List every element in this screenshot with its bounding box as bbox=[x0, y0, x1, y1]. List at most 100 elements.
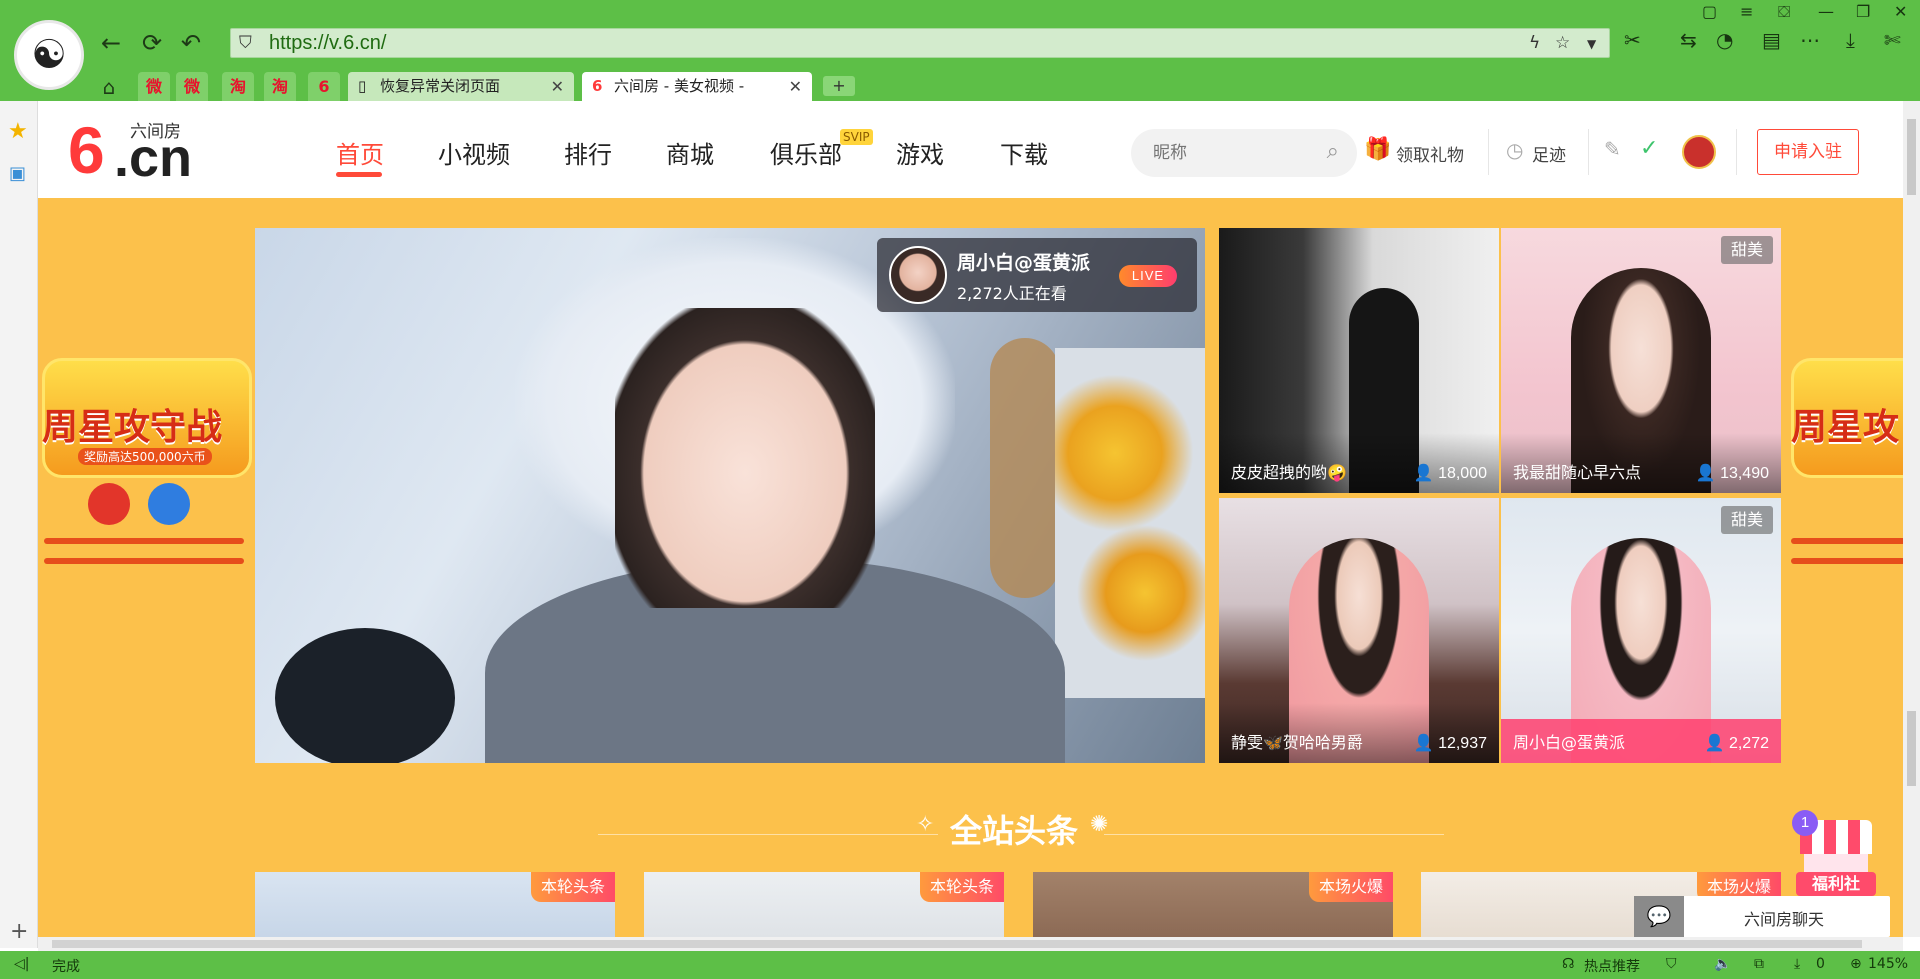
title-line bbox=[1104, 834, 1444, 835]
tab-taobao-2[interactable]: 淘 bbox=[264, 72, 296, 101]
menu-icon[interactable]: ≡ bbox=[1740, 2, 1753, 21]
welfare-badge: 1 bbox=[1792, 810, 1818, 836]
promo-banner-right[interactable]: 周星攻 bbox=[1783, 288, 1903, 628]
tab-weibo-1[interactable]: 微 bbox=[138, 72, 170, 101]
close-window-icon[interactable]: ✕ bbox=[1894, 2, 1907, 21]
sync-icon[interactable]: ◔ bbox=[1716, 28, 1733, 52]
room-card[interactable]: 甜美 周小白@蛋黄派 👤 2,272 bbox=[1501, 498, 1781, 763]
hot-recommend-icon[interactable]: ☊ bbox=[1562, 956, 1574, 972]
tab-restore-label: 恢复异常关闭页面 bbox=[380, 77, 501, 95]
nav-rank[interactable]: 排行 bbox=[564, 135, 612, 170]
screenshot-icon[interactable]: ⧉ bbox=[1754, 956, 1764, 972]
gift-link[interactable]: 领取礼物 bbox=[1396, 141, 1464, 166]
room-tag: 甜美 bbox=[1720, 506, 1773, 534]
logo-text: 六间房 bbox=[130, 122, 181, 142]
calculator-icon[interactable]: ▤ bbox=[1762, 28, 1781, 52]
check-icon[interactable]: ✓ bbox=[1640, 136, 1658, 161]
room-count: 👤 18,000 bbox=[1413, 465, 1487, 482]
close-tab-icon[interactable]: ✕ bbox=[789, 72, 802, 101]
footprint-link[interactable]: 足迹 bbox=[1532, 141, 1566, 166]
address-bar[interactable]: ⛉ https://v.6.cn/ ϟ ☆ ▼ bbox=[230, 28, 1610, 58]
skin-icon[interactable]: ⛋ bbox=[1778, 2, 1790, 22]
undo-icon[interactable]: ↶ bbox=[176, 28, 206, 58]
new-tab-button[interactable]: + bbox=[823, 76, 855, 96]
main-stage: 周星攻守战 奖励高达500,000六币 周星攻 周小白@蛋黄派 2,272人正在… bbox=[38, 198, 1903, 937]
nav-short-video[interactable]: 小视频 bbox=[438, 135, 510, 170]
room-count-value: 18,000 bbox=[1438, 465, 1487, 482]
close-tab-icon[interactable]: ✕ bbox=[551, 72, 564, 101]
vertical-scrollbar[interactable] bbox=[1903, 101, 1920, 937]
nav-games[interactable]: 游戏 bbox=[896, 135, 944, 170]
search-box: ⌕ bbox=[1131, 129, 1357, 177]
welfare-shop-float[interactable]: 福利社 1 bbox=[1792, 810, 1876, 900]
zoom-level[interactable]: 145% bbox=[1868, 956, 1908, 972]
horizontal-scrollbar[interactable] bbox=[38, 937, 1903, 951]
site-logo[interactable]: 6 .cn 六间房 bbox=[68, 117, 208, 188]
reading-icon[interactable]: ▣ bbox=[9, 163, 26, 184]
promo-banner-left[interactable]: 周星攻守战 奖励高达500,000六币 bbox=[38, 288, 252, 628]
nav-mall[interactable]: 商城 bbox=[666, 135, 714, 170]
nav-home[interactable]: 首页 bbox=[336, 135, 384, 170]
download-status-icon[interactable]: ⤓ bbox=[1794, 956, 1800, 972]
scroll-thumb[interactable] bbox=[52, 940, 1862, 948]
address-url[interactable]: https://v.6.cn/ bbox=[269, 32, 386, 55]
boxing-glove-red bbox=[88, 483, 130, 525]
room-card[interactable]: 甜美 我最甜随心早六点 👤 13,490 bbox=[1501, 228, 1781, 493]
edit-icon[interactable]: ✎ bbox=[1604, 137, 1621, 161]
security-icon[interactable]: ⛉ bbox=[1666, 956, 1677, 972]
more-icon[interactable]: ⋯ bbox=[1800, 28, 1820, 52]
search-icon[interactable]: ⌕ bbox=[1327, 139, 1339, 164]
sidebar-toggle-icon[interactable]: ▢ bbox=[1702, 2, 1717, 21]
zoom-icon[interactable]: ⊕ bbox=[1850, 956, 1862, 972]
apply-button[interactable]: 申请入驻 bbox=[1757, 129, 1859, 175]
scissors-icon[interactable]: ✂ bbox=[1624, 28, 1641, 52]
nav-club[interactable]: 俱乐部 bbox=[770, 135, 842, 170]
gift-icon: 🎁 bbox=[1364, 137, 1392, 162]
status-toggle-icon[interactable]: ◁| bbox=[14, 956, 29, 972]
translate-icon[interactable]: ⇆ bbox=[1680, 28, 1697, 52]
dropdown-icon[interactable]: ▼ bbox=[1587, 37, 1596, 51]
scissors-menu-icon[interactable]: ✄ bbox=[1884, 28, 1901, 52]
page-icon: ▯ bbox=[358, 77, 367, 95]
room-name: 静雯🦋贺哈哈男爵 bbox=[1231, 733, 1363, 752]
home-icon[interactable]: ⌂ bbox=[94, 72, 124, 102]
live-info-card[interactable]: 周小白@蛋黄派 2,272人正在看 LIVE bbox=[877, 238, 1197, 312]
download-icon[interactable]: ⤓ bbox=[1846, 28, 1855, 52]
streamer-avatar bbox=[889, 246, 947, 304]
headline-card[interactable]: 本轮头条 bbox=[255, 872, 615, 937]
room-card[interactable]: 皮皮超拽的哟🤪 👤 18,000 bbox=[1219, 228, 1499, 493]
back-icon[interactable]: ← bbox=[96, 28, 126, 58]
star-icon[interactable]: ☆ bbox=[1555, 33, 1570, 53]
room-count: 👤 13,490 bbox=[1695, 465, 1769, 482]
chat-float[interactable]: 💬 六间房聊天 bbox=[1634, 896, 1890, 937]
headline-card[interactable]: 本轮头条 bbox=[644, 872, 1004, 937]
room-name: 皮皮超拽的哟🤪 bbox=[1231, 463, 1347, 482]
volume-icon[interactable]: 🔈 bbox=[1714, 956, 1731, 972]
tab-active-label: 六间房 - 美女视频 - bbox=[614, 77, 745, 95]
lightning-icon[interactable]: ϟ bbox=[1529, 33, 1540, 53]
avatar[interactable] bbox=[1682, 135, 1716, 169]
add-sidebar-icon[interactable]: + bbox=[10, 919, 28, 944]
nav-download[interactable]: 下载 bbox=[1000, 135, 1048, 170]
browser-logo[interactable]: ☯ bbox=[14, 20, 84, 90]
tab-weibo-2[interactable]: 微 bbox=[176, 72, 208, 101]
tab-active[interactable]: 6 六间房 - 美女视频 - ✕ bbox=[582, 72, 812, 101]
refresh-icon[interactable]: ⟳ bbox=[137, 28, 167, 58]
viewer-count: 2,272人正在看 bbox=[957, 284, 1067, 303]
headline-card[interactable]: 本场火爆 bbox=[1033, 872, 1393, 937]
scroll-thumb[interactable] bbox=[1907, 119, 1916, 195]
featured-video[interactable]: 周小白@蛋黄派 2,272人正在看 LIVE bbox=[255, 228, 1205, 763]
hot-recommend[interactable]: 热点推荐 bbox=[1584, 956, 1640, 976]
tab-restore[interactable]: ▯ 恢复异常关闭页面 ✕ bbox=[348, 72, 574, 101]
room-card[interactable]: 静雯🦋贺哈哈男爵 👤 12,937 bbox=[1219, 498, 1499, 763]
minimize-icon[interactable]: — bbox=[1818, 2, 1834, 21]
search-input[interactable] bbox=[1153, 141, 1313, 165]
favorites-star-icon[interactable]: ★ bbox=[8, 119, 28, 144]
banner-title: 周星攻 bbox=[1791, 407, 1900, 448]
restore-icon[interactable]: ❐ bbox=[1856, 2, 1870, 21]
tab-6cn[interactable]: 6 bbox=[308, 72, 340, 101]
shield-icon: ⛉ bbox=[239, 33, 252, 53]
tab-taobao-1[interactable]: 淘 bbox=[222, 72, 254, 101]
scroll-thumb[interactable] bbox=[1907, 711, 1916, 786]
divider bbox=[1488, 129, 1489, 175]
